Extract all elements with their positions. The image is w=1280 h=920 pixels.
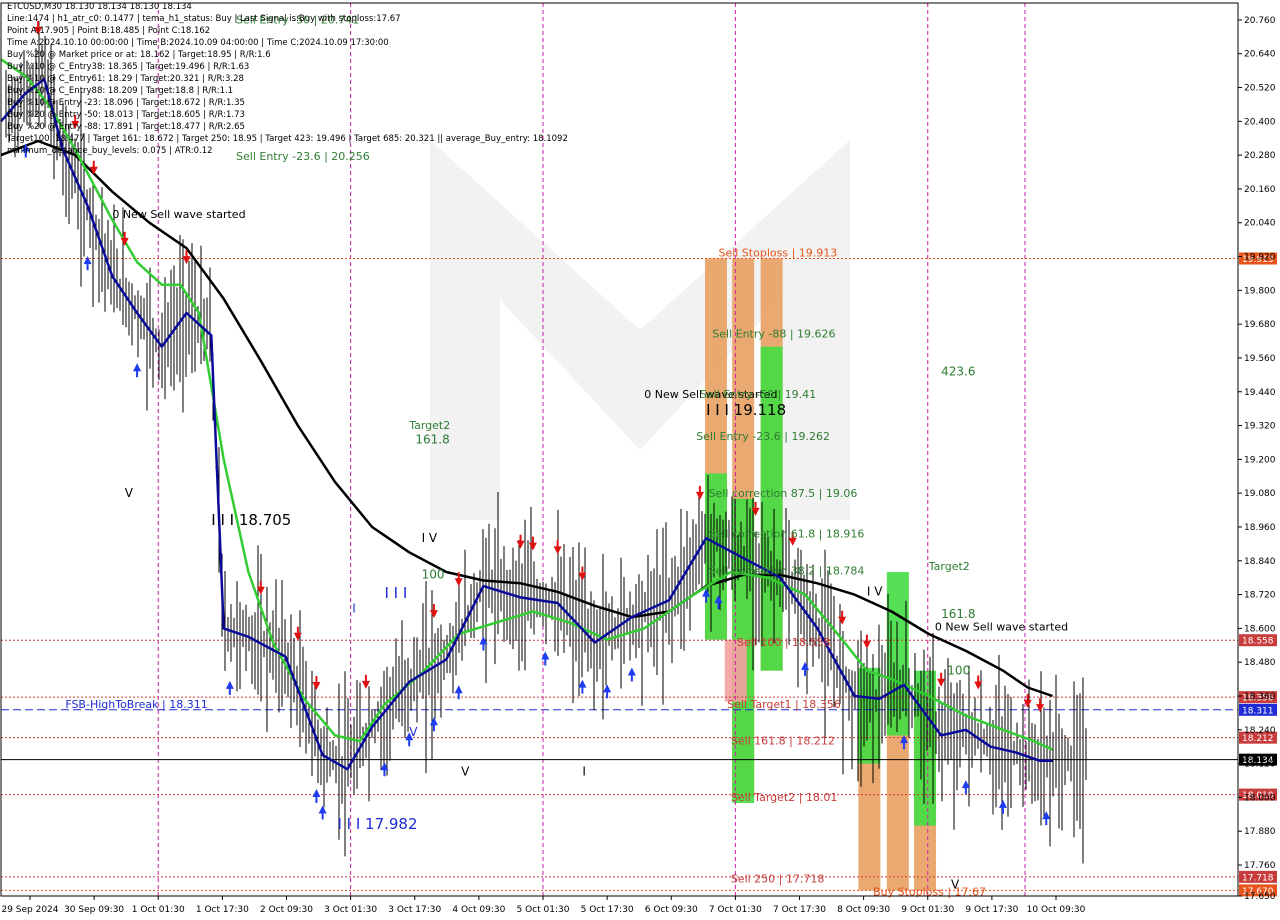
- info-line: Buy %10 @ C_Entry38: 18.365 | Target:19.…: [7, 62, 250, 72]
- annotation: Sell Target2 | 18.01: [731, 791, 838, 804]
- info-line: Buy %20 @ Entry -50: 18.013 | Target:18.…: [7, 110, 245, 120]
- x-tick-label: 1 Oct 17:30: [196, 905, 249, 915]
- annotation: Sell Entry -23.6 | 20.256: [236, 150, 370, 163]
- x-tick-label: 10 Oct 09:30: [1027, 905, 1086, 915]
- annotation: V: [125, 486, 134, 500]
- x-tick-label: 8 Oct 09:30: [837, 905, 890, 915]
- x-tick-label: 29 Sep 2024: [1, 905, 58, 915]
- annotation: Sell Entry -23.6 | 19.262: [696, 430, 830, 443]
- annotation: Sell Stoploss | 19.913: [718, 247, 837, 260]
- x-tick-label: 5 Oct 17:30: [581, 905, 634, 915]
- annotation: 0 New Sell wave started: [112, 208, 245, 221]
- annotation: I I I 17.982: [337, 815, 417, 833]
- x-tick-label: 2 Oct 09:30: [260, 905, 313, 915]
- info-line: Line:1474 | h1_atr_c0: 0.1477 | tema_h1_…: [7, 14, 401, 24]
- annotation: Target2: [408, 419, 450, 432]
- y-tick-label: 18.240: [1244, 726, 1276, 736]
- x-tick-label: 1 Oct 01:30: [132, 905, 185, 915]
- annotation: 100: [422, 567, 445, 581]
- annotation: I: [352, 601, 356, 615]
- y-tick-label: 20.760: [1244, 16, 1276, 26]
- annotation: 0 New Sell wave started: [935, 621, 1068, 634]
- y-tick-label: 19.800: [1244, 286, 1276, 296]
- y-tick-label: 18.600: [1244, 624, 1276, 634]
- info-line: Buy %10 @ Entry -23: 18.096 | Target:18.…: [7, 98, 245, 108]
- annotation: I I I 19.118: [706, 401, 786, 419]
- annotation: V: [951, 877, 960, 891]
- x-tick-label: 3 Oct 17:30: [388, 905, 441, 915]
- x-tick-label: 7 Oct 01:30: [709, 905, 762, 915]
- annotation: V: [461, 765, 470, 779]
- info-line: Time A:2024.10.10 00:00:00 | Time B:2024…: [7, 38, 389, 48]
- annotation: Sell Target1 | 18.356: [727, 698, 841, 711]
- info-line: ETCUSD,M30 18.130 18.134 18.130 18.134: [7, 2, 192, 12]
- info-line: Target100: 18.477 | Target 161: 18.672 |…: [7, 134, 568, 144]
- x-tick-label: 7 Oct 17:30: [773, 905, 826, 915]
- annotation: I V: [422, 531, 438, 545]
- annotation: 161.8: [415, 432, 449, 446]
- annotation: 100: [947, 663, 970, 677]
- y-tick-label: 18.120: [1244, 760, 1276, 770]
- y-tick-label: 17.880: [1244, 827, 1276, 837]
- y-tick-label: 20.040: [1244, 219, 1276, 229]
- annotation: Sell correction 87.5 | 19.06: [709, 487, 858, 500]
- y-tick-label: 18.840: [1244, 557, 1276, 567]
- annotation: I I I 18.705: [211, 511, 291, 529]
- y-tick-label: 19.080: [1244, 489, 1276, 499]
- info-line: Point A:17.905 | Point B:18.485 | Point …: [7, 26, 211, 36]
- y-tick-label: 18.360: [1244, 692, 1276, 702]
- y-tick-label: 19.200: [1244, 455, 1276, 465]
- price-label: 18.558: [1242, 637, 1274, 647]
- annotation: 423.6: [941, 365, 975, 379]
- annotation: 161.8: [941, 607, 975, 621]
- y-tick-label: 19.920: [1244, 253, 1276, 263]
- y-tick-label: 19.320: [1244, 422, 1276, 432]
- price-label: 17.718: [1242, 873, 1274, 883]
- annotation: Sell Entry -88 | 19.626: [712, 327, 835, 340]
- y-tick-label: 18.960: [1244, 523, 1276, 533]
- y-tick-label: 18.720: [1244, 591, 1276, 601]
- annotation: I I I: [384, 584, 407, 602]
- info-line: Buy %20 @ Entry -88: 17.891 | Target:18.…: [7, 122, 245, 132]
- annotation: V: [409, 725, 418, 739]
- annotation: Target2: [928, 560, 970, 573]
- y-tick-label: 20.520: [1244, 84, 1276, 94]
- y-tick-label: 17.760: [1244, 861, 1276, 871]
- x-tick-label: 6 Oct 09:30: [645, 905, 698, 915]
- y-tick-label: 20.160: [1244, 185, 1276, 195]
- price-label: 18.311: [1242, 706, 1274, 716]
- info-line: minimum_distance_buy_levels: 0.075 | ATR…: [7, 146, 213, 156]
- y-tick-label: 20.640: [1244, 50, 1276, 60]
- x-tick-label: 4 Oct 09:30: [452, 905, 505, 915]
- y-tick-label: 19.560: [1244, 354, 1276, 364]
- info-line: Buy %10 @ C_Entry88: 18.209 | Target:18.…: [7, 86, 234, 96]
- x-tick-label: 3 Oct 01:30: [324, 905, 377, 915]
- annotation: I V: [867, 584, 883, 598]
- y-tick-label: 19.440: [1244, 388, 1276, 398]
- y-tick-label: 18.480: [1244, 658, 1276, 668]
- annotation: Sell Entry -50 | 19.41: [700, 388, 816, 401]
- annotation: FSB-HighToBreak | 18.311: [65, 698, 207, 711]
- x-tick-label: 5 Oct 01:30: [517, 905, 570, 915]
- y-tick-label: 20.400: [1244, 117, 1276, 127]
- annotation: Sell 100 | 18.558: [737, 636, 831, 649]
- zone-bar: [858, 667, 881, 764]
- annotation: Sell 161.8 | 18.212: [731, 735, 835, 748]
- info-line: Buy %20 @ Market price or at: 18.162 | T…: [7, 50, 271, 60]
- annotation: Sell correction 61.8 | 18.916: [709, 527, 865, 540]
- x-tick-label: 9 Oct 17:30: [965, 905, 1018, 915]
- info-line: Buy %10 @ C_Entry61: 18.29 | Target:20.3…: [7, 74, 244, 84]
- annotation: I: [582, 765, 586, 779]
- y-tick-label: 17.650: [1244, 892, 1276, 902]
- annotation: Sell correction 38.2 | 18.784: [709, 565, 865, 578]
- x-tick-label: 9 Oct 01:30: [901, 905, 954, 915]
- y-tick-label: 19.680: [1244, 320, 1276, 330]
- y-tick-label: 20.280: [1244, 151, 1276, 161]
- y-tick-label: 18.000: [1244, 793, 1276, 803]
- x-tick-label: 30 Sep 09:30: [64, 905, 124, 915]
- annotation: Sell 250 | 17.718: [731, 873, 825, 886]
